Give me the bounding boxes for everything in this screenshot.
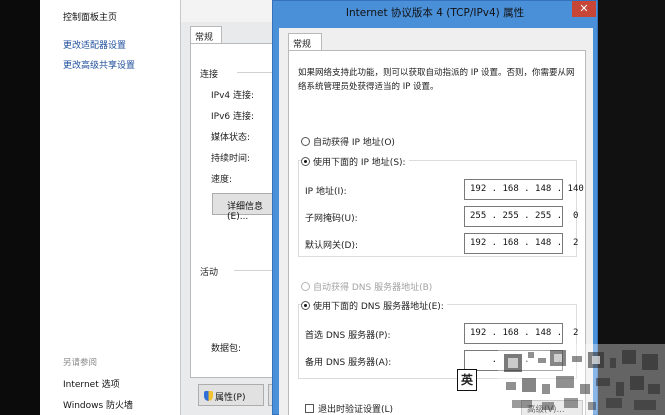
- close-button[interactable]: ✕: [572, 1, 596, 17]
- control-panel-sidebar: 控制面板主页 更改适配器设置 更改高级共享设置 另请参阅 Internet 选项…: [0, 0, 180, 415]
- preferred-dns-label: 首选 DNS 服务器(P):: [305, 331, 391, 341]
- radio-dot: [301, 282, 310, 291]
- packets-label: 数据包:: [211, 344, 242, 354]
- manual-ip-label: 使用下面的 IP 地址(S):: [313, 158, 406, 168]
- properties-button-label: 属性(P): [215, 393, 246, 403]
- uac-shield-icon: [204, 391, 213, 401]
- subnet-mask-input[interactable]: 255 . 255 . 255 . 0: [464, 206, 578, 227]
- status-window-titlebar: [181, 0, 281, 22]
- preferred-dns-input[interactable]: 192 . 168 . 148 . 2: [464, 323, 578, 344]
- auto-ip-label: 自动获得 IP 地址(O): [313, 138, 395, 148]
- manual-dns-label: 使用下面的 DNS 服务器地址(E):: [313, 302, 444, 312]
- left-dark-edge: [0, 0, 40, 415]
- manual-ip-radio[interactable]: 使用下面的 IP 地址(S):: [301, 155, 409, 168]
- auto-ip-radio[interactable]: 自动获得 IP 地址(O): [301, 135, 395, 148]
- speed-label: 速度:: [211, 175, 233, 185]
- media-state-label: 媒体状态:: [211, 133, 251, 143]
- alternate-dns-label: 备用 DNS 服务器(A):: [305, 358, 392, 368]
- default-gateway-input[interactable]: 192 . 168 . 148 . 2: [464, 233, 578, 254]
- radio-dot-selected: [301, 301, 310, 310]
- radio-dot-selected: [301, 157, 310, 166]
- qr-watermark-graphic: [498, 344, 665, 415]
- ipv6-connectivity-label: IPv6 连接:: [211, 112, 255, 122]
- see-also-heading: 另请参阅: [63, 358, 98, 368]
- qr-watermark: [498, 344, 665, 415]
- checkbox-box: [305, 404, 314, 413]
- activity-section-label: 活动: [200, 268, 219, 278]
- dialog-tab-general[interactable]: 常规: [288, 33, 322, 51]
- ime-language-indicator[interactable]: 英: [457, 369, 477, 391]
- validate-on-exit-label: 退出时验证设置(L): [318, 405, 394, 415]
- change-sharing-settings-link[interactable]: 更改高级共享设置: [63, 58, 135, 71]
- dialog-title: Internet 协议版本 4 (TCP/IPv4) 属性: [345, 7, 525, 19]
- connection-section-label: 连接: [200, 70, 219, 80]
- windows-firewall-link[interactable]: Windows 防火墙: [63, 398, 133, 411]
- internet-options-link[interactable]: Internet 选项: [63, 377, 120, 390]
- duration-label: 持续时间:: [211, 154, 251, 164]
- radio-dot: [301, 137, 310, 146]
- auto-dns-radio[interactable]: 自动获得 DNS 服务器地址(B): [301, 280, 432, 293]
- ipv4-connectivity-label: IPv4 连接:: [211, 91, 255, 101]
- dialog-description: 如果网络支持此功能，则可以获取自动指派的 IP 设置。否则，你需要从网络系统管理…: [298, 68, 575, 92]
- manual-dns-radio[interactable]: 使用下面的 DNS 服务器地址(E):: [301, 299, 447, 312]
- properties-button[interactable]: 属性(P): [198, 384, 264, 406]
- auto-dns-label: 自动获得 DNS 服务器地址(B): [313, 283, 433, 293]
- ip-address-input[interactable]: 192 . 168 . 148 . 140: [464, 179, 584, 200]
- default-gateway-label: 默认网关(D):: [305, 241, 358, 251]
- validate-on-exit-checkbox[interactable]: 退出时验证设置(L): [305, 402, 393, 415]
- details-button[interactable]: 详细信息(E)...: [212, 193, 278, 222]
- change-adapter-settings-link[interactable]: 更改适配器设置: [63, 38, 126, 51]
- status-tab-general[interactable]: 常规: [190, 26, 222, 44]
- control-panel-home-link[interactable]: 控制面板主页: [63, 10, 117, 23]
- subnet-mask-label: 子网掩码(U):: [305, 214, 358, 224]
- ip-address-label: IP 地址(I):: [305, 187, 347, 197]
